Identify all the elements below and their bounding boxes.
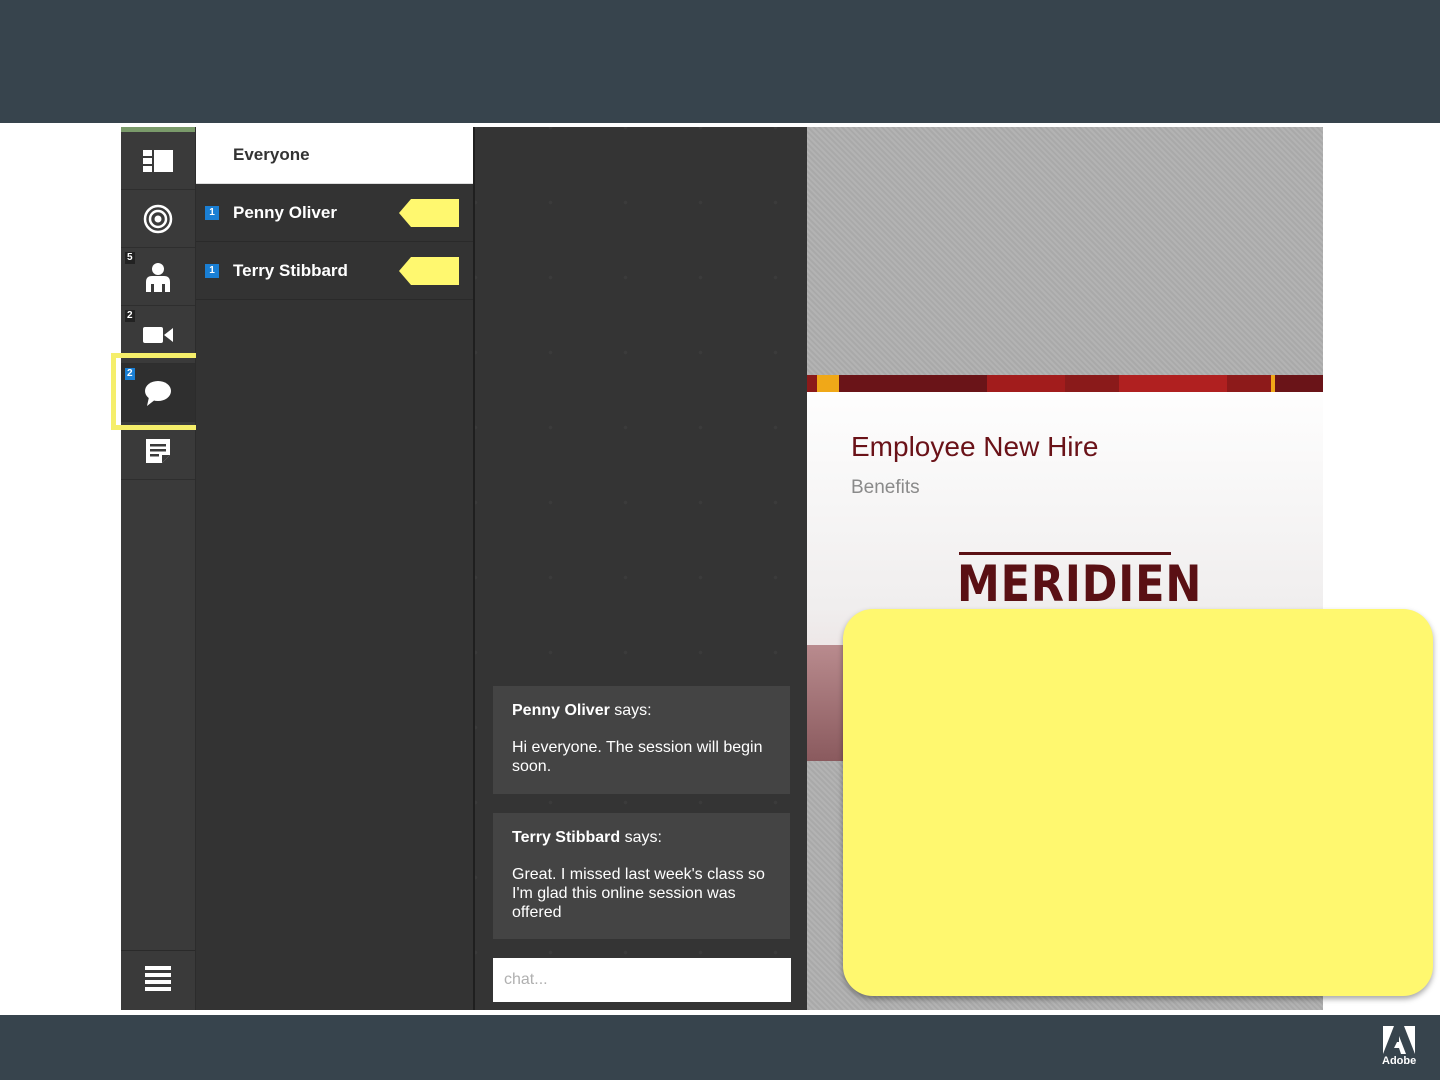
- slide-title: Employee New Hire: [851, 431, 1099, 462]
- user-list-header[interactable]: Everyone: [196, 127, 473, 184]
- user-row-terry[interactable]: 1 Terry Stibbard: [196, 242, 473, 300]
- person-icon: [145, 262, 171, 292]
- attendees-button[interactable]: 5: [121, 248, 195, 306]
- broadcast-button[interactable]: [121, 190, 195, 248]
- top-banner: [0, 0, 1440, 123]
- user-count-badge: 1: [205, 205, 219, 220]
- chat-message-text: Great. I missed last week's class so I'm…: [512, 866, 765, 921]
- adobe-logo: Adobe: [1382, 1026, 1416, 1072]
- meridien-logo: MERIDIEN: [957, 555, 1203, 613]
- user-name: Terry Stibbard: [233, 260, 348, 280]
- yellow-flag-icon: [399, 198, 459, 227]
- layout-icon: [143, 149, 173, 172]
- adobe-wordmark: Adobe: [1382, 1055, 1417, 1067]
- hamburger-menu-icon: [145, 965, 171, 997]
- chat-verb: says:: [624, 829, 662, 846]
- footer-banner: [0, 1015, 1440, 1080]
- yellow-callout-note: [843, 609, 1433, 996]
- chat-input[interactable]: [493, 958, 791, 1002]
- slide-color-band: [807, 375, 1323, 392]
- layout-button[interactable]: [121, 132, 195, 190]
- icon-rail: 5 2 2: [111, 127, 202, 1011]
- user-list-panel: Everyone 1 Penny Oliver 1 Terry Stibbard: [196, 127, 473, 1010]
- cameras-count-badge: 2: [125, 310, 135, 322]
- video-camera-icon: [143, 326, 173, 344]
- broadcast-icon: [143, 204, 173, 234]
- chat-sender: Penny Oliver: [512, 702, 610, 719]
- user-name: Penny Oliver: [233, 202, 337, 222]
- yellow-flag-icon: [399, 256, 459, 285]
- attendees-count-badge: 5: [125, 252, 135, 264]
- notes-icon: [145, 438, 171, 464]
- everyone-label: Everyone: [233, 145, 310, 164]
- chat-message-header: Terry Stibbard says:: [512, 829, 771, 847]
- slide-subtitle: Benefits: [851, 477, 920, 498]
- chat-message-header: Penny Oliver says:: [512, 702, 771, 720]
- chat-message: Penny Oliver says: Hi everyone. The sess…: [493, 686, 790, 794]
- user-count-badge: 1: [205, 263, 219, 278]
- user-row-penny[interactable]: 1 Penny Oliver: [196, 184, 473, 242]
- notes-button[interactable]: [121, 422, 195, 480]
- chat-verb: says:: [614, 702, 652, 719]
- adobe-mark-icon: [1383, 1026, 1415, 1054]
- chat-message: Terry Stibbard says: Great. I missed las…: [493, 813, 790, 939]
- chat-panel: Penny Oliver says: Hi everyone. The sess…: [475, 127, 807, 1010]
- chat-message-text: Hi everyone. The session will begin soon…: [512, 739, 763, 775]
- chat-callout-highlight: [111, 353, 202, 430]
- chat-sender: Terry Stibbard: [512, 829, 621, 846]
- menu-button[interactable]: [121, 950, 195, 1011]
